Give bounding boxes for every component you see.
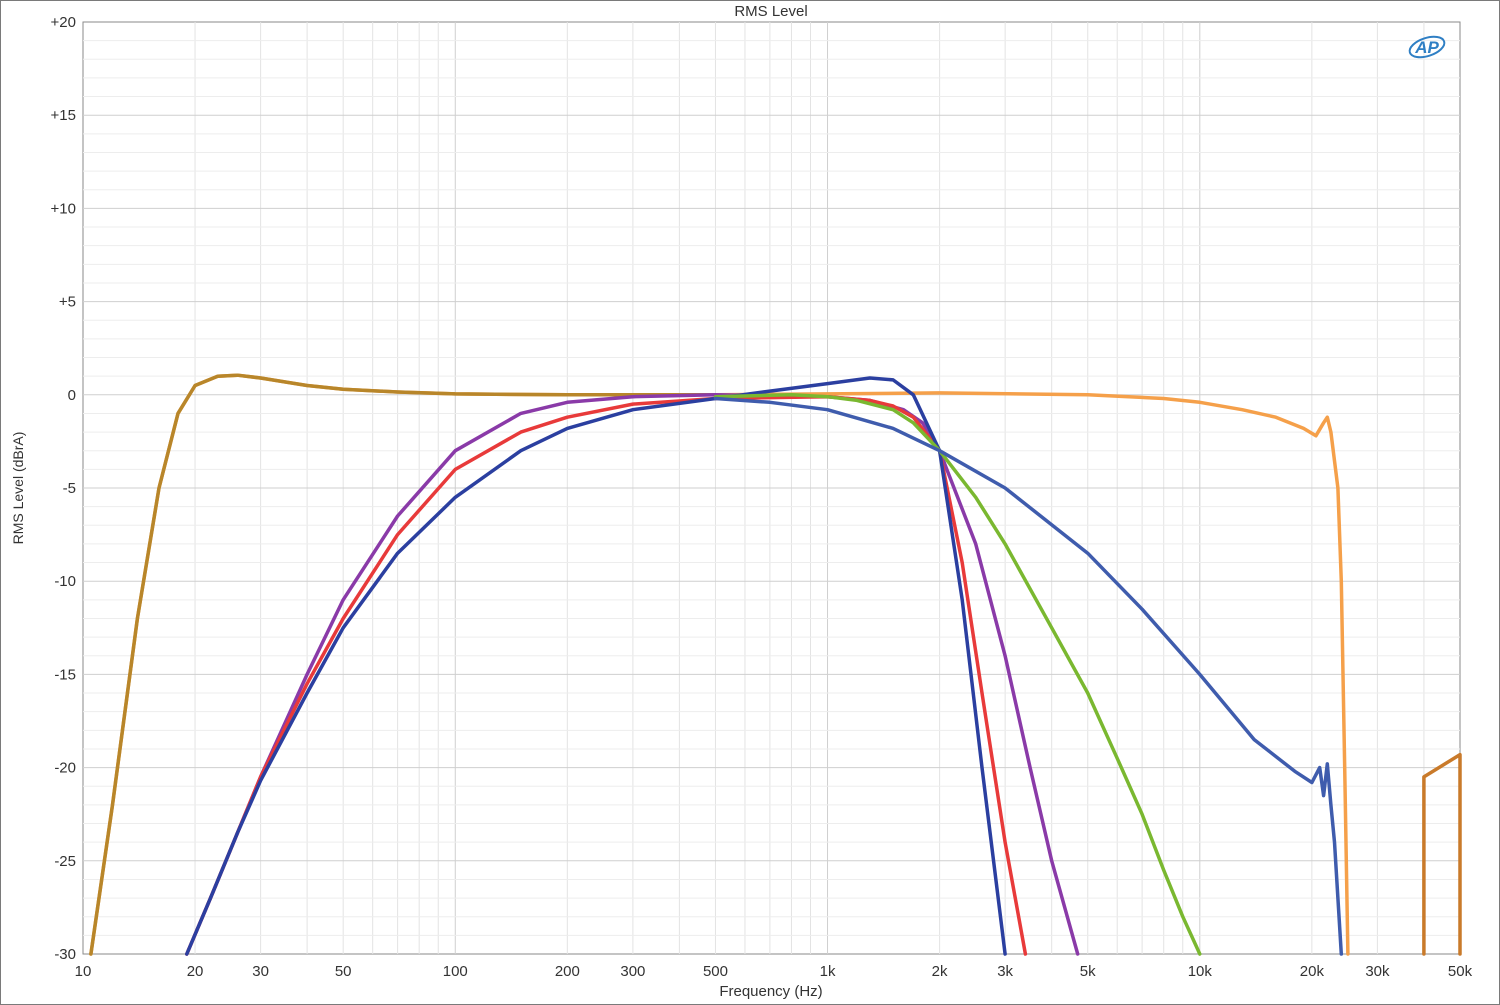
x-axis-label: Frequency (Hz)	[719, 983, 822, 1000]
x-tick-label: 100	[443, 963, 468, 980]
x-tick-label: 3k	[997, 963, 1013, 980]
x-tick-label: 10k	[1188, 963, 1213, 980]
x-tick-labels: 10 20 30 50 100 200 300 500 1k 2k 3k 5k 10k 20k 30k 50k	[75, 963, 1473, 980]
svg-text:AP: AP	[1414, 38, 1439, 57]
y-tick-label: -30	[54, 946, 76, 963]
y-tick-label: -15	[54, 666, 76, 683]
y-axis-label: RMS Level (dBrA)	[10, 432, 26, 545]
rms-level-chart: 10 20 30 50 100 200 300 500 1k 2k 3k 5k 10k 20k 30k 50k…	[10, 3, 1473, 1000]
y-tick-label: -20	[54, 760, 76, 777]
x-tick-label: 10	[75, 963, 92, 980]
y-tick-label: +5	[59, 294, 76, 311]
x-tick-label: 2k	[932, 963, 948, 980]
y-tick-label: -25	[54, 853, 76, 870]
x-tick-label: 50	[335, 963, 352, 980]
y-tick-label: 0	[68, 387, 76, 404]
x-tick-label: 30k	[1365, 963, 1390, 980]
y-tick-label: +20	[51, 14, 76, 31]
x-tick-label: 50k	[1448, 963, 1473, 980]
x-tick-label: 1k	[820, 963, 836, 980]
x-tick-label: 30	[252, 963, 269, 980]
ap-logo-icon: AP	[1408, 35, 1446, 59]
y-tick-labels: +20 +15 +10 +5 0 -5 -10 -15 -20 -25 -30	[51, 14, 76, 963]
x-tick-label: 20k	[1300, 963, 1325, 980]
x-tick-label: 300	[620, 963, 645, 980]
x-tick-label: 500	[703, 963, 728, 980]
x-tick-label: 200	[555, 963, 580, 980]
y-tick-label: -5	[63, 480, 76, 497]
x-tick-label: 5k	[1080, 963, 1096, 980]
chart-title: RMS Level	[734, 3, 807, 20]
y-tick-label: +15	[51, 107, 76, 124]
x-tick-label: 20	[187, 963, 204, 980]
y-tick-label: -10	[54, 573, 76, 590]
y-tick-label: +10	[51, 200, 76, 217]
